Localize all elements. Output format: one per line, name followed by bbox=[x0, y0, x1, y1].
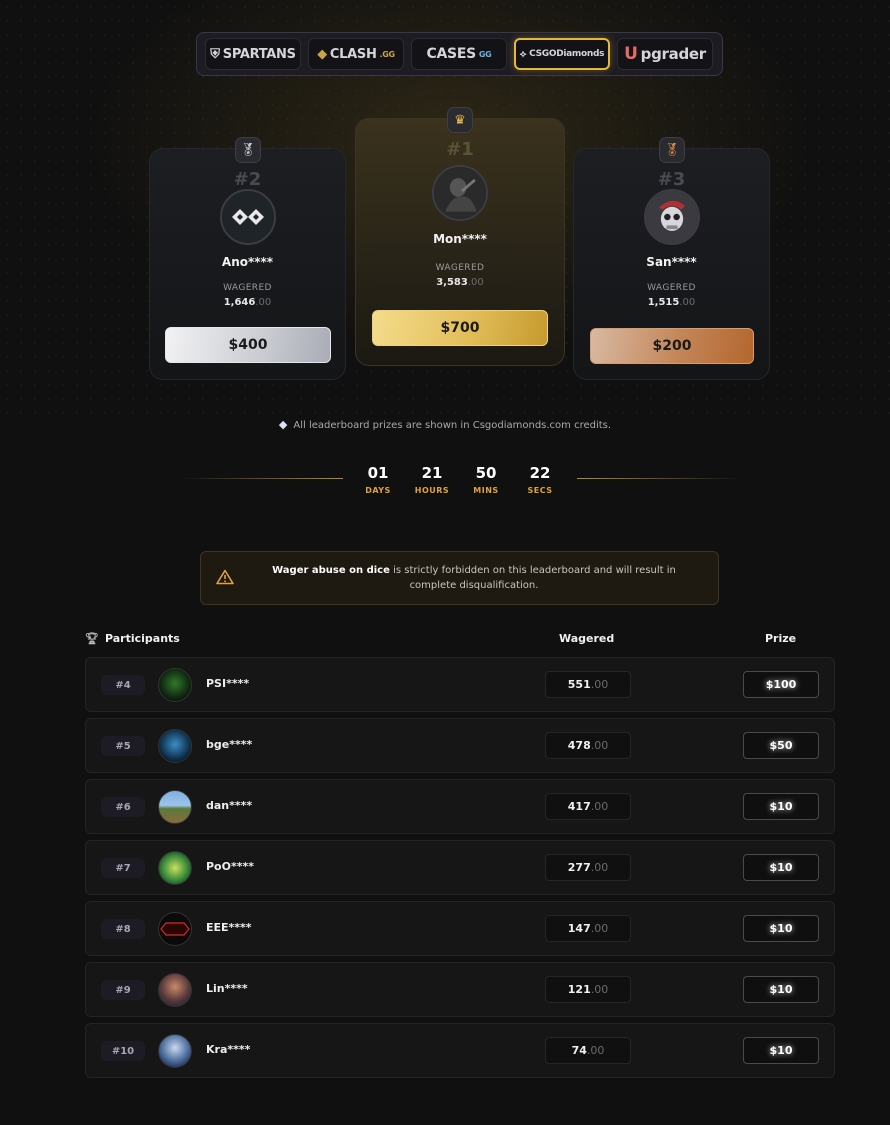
podium-card-first: ♛ #1 Mon**** WAGERED 3,583.00 $700 bbox=[355, 107, 565, 366]
row-prize: $10 bbox=[743, 976, 819, 1003]
row-wagered: 551.00 bbox=[545, 671, 631, 698]
row-rank: #9 bbox=[101, 980, 145, 1000]
prize-header: Prize bbox=[765, 632, 797, 645]
avatar bbox=[158, 851, 192, 885]
player-name: San**** bbox=[646, 255, 697, 269]
silver-medal-icon: 🏅︎ bbox=[235, 137, 261, 163]
prize-button[interactable]: $700 bbox=[372, 310, 548, 346]
avatar-figure-icon bbox=[434, 167, 486, 219]
row-wagered: 478.00 bbox=[545, 732, 631, 759]
table-row: #10 Kra**** 74.00 $10 bbox=[85, 1023, 835, 1078]
row-username: Lin**** bbox=[206, 982, 248, 995]
avatar-badge-icon bbox=[160, 922, 190, 936]
row-username: dan**** bbox=[206, 799, 253, 812]
wagered-label: WAGERED bbox=[435, 263, 485, 273]
podium-rank: #1 bbox=[446, 139, 474, 160]
countdown-mins: 50 MINS bbox=[473, 464, 499, 495]
podium-card-second: 🏅︎ #2 Ano**** WAGERED 1,646.00 $400 bbox=[149, 137, 346, 380]
avatar bbox=[158, 973, 192, 1007]
divider-left bbox=[180, 478, 343, 479]
table-row: #5 bge**** 478.00 $50 bbox=[85, 718, 835, 773]
player-name: Mon**** bbox=[433, 232, 487, 246]
crown-icon: ♛ bbox=[447, 107, 473, 133]
row-username: PoO**** bbox=[206, 860, 254, 873]
site-tab-spartans[interactable]: ⛨ SPARTANS bbox=[205, 38, 301, 70]
site-tab-cases[interactable]: CASES GG bbox=[411, 38, 507, 70]
table-row: #4 PSI**** 551.00 $100 bbox=[85, 657, 835, 712]
site-switcher: ⛨ SPARTANS ◆ CLASH .GG CASES GG ⟡ CSGODiam… bbox=[196, 32, 723, 76]
divider-right bbox=[577, 478, 742, 479]
avatar-skull-icon bbox=[646, 191, 698, 243]
row-rank: #6 bbox=[101, 797, 145, 817]
avatar bbox=[220, 189, 276, 245]
table-row: #9 Lin**** 121.00 $10 bbox=[85, 962, 835, 1017]
site-tab-upgrader[interactable]: Upgrader bbox=[617, 38, 713, 70]
row-wagered: 147.00 bbox=[545, 915, 631, 942]
diamond-logo-icon: ⟡ bbox=[519, 48, 527, 60]
row-rank: #4 bbox=[101, 675, 145, 695]
prize-button[interactable]: $200 bbox=[590, 328, 754, 364]
row-prize: $100 bbox=[743, 671, 819, 698]
row-rank: #5 bbox=[101, 736, 145, 756]
avatar bbox=[158, 912, 192, 946]
row-wagered: 121.00 bbox=[545, 976, 631, 1003]
podium-rank: #3 bbox=[657, 169, 686, 190]
player-name: Ano**** bbox=[221, 255, 274, 269]
countdown-days: 01 DAYS bbox=[365, 464, 391, 495]
warning-icon bbox=[216, 569, 234, 585]
participants-header: 🏆︎ Participants bbox=[85, 632, 180, 645]
site-tab-clash[interactable]: ◆ CLASH .GG bbox=[308, 38, 404, 70]
credits-note: ◆ All leaderboard prizes are shown in Csg… bbox=[278, 418, 612, 431]
table-row: #7 PoO**** 277.00 $10 bbox=[85, 840, 835, 895]
wagered-value: 1,515.00 bbox=[647, 297, 696, 308]
row-prize: $10 bbox=[743, 1037, 819, 1064]
avatar bbox=[158, 729, 192, 763]
clash-logo-icon: ◆ bbox=[317, 46, 327, 62]
warning-text: Wager abuse on dice is strictly forbidde… bbox=[272, 565, 676, 591]
avatar bbox=[158, 668, 192, 702]
wagered-label: WAGERED bbox=[647, 283, 696, 293]
bronze-medal-icon: 🏅︎ bbox=[659, 137, 685, 163]
row-username: bge**** bbox=[206, 738, 253, 751]
avatar bbox=[158, 1034, 192, 1068]
wagered-value: 1,646.00 bbox=[223, 297, 272, 308]
countdown-hours: 21 HOURS bbox=[414, 464, 450, 495]
row-username: Kra**** bbox=[206, 1043, 251, 1056]
countdown-secs: 22 SECS bbox=[527, 464, 553, 495]
row-prize: $50 bbox=[743, 732, 819, 759]
row-username: EEE**** bbox=[206, 921, 252, 934]
diamond-icon: ◆ bbox=[278, 418, 288, 431]
site-tab-csgodiamonds[interactable]: ⟡ CSGODiamonds bbox=[514, 38, 610, 70]
spartan-helmet-icon: ⛨ bbox=[210, 46, 220, 62]
wagered-value: 3,583.00 bbox=[436, 277, 484, 288]
row-prize: $10 bbox=[743, 915, 819, 942]
row-rank: #7 bbox=[101, 858, 145, 878]
podium-card-third: 🏅︎ #3 San**** WAGERED 1,515.00 $200 bbox=[573, 137, 770, 380]
wagered-header: Wagered bbox=[559, 632, 615, 645]
podium-rank: #2 bbox=[233, 169, 262, 190]
row-prize: $10 bbox=[743, 793, 819, 820]
warning-banner: Wager abuse on dice is strictly forbidde… bbox=[200, 551, 719, 605]
avatar bbox=[644, 189, 700, 245]
row-wagered: 74.00 bbox=[545, 1037, 631, 1064]
avatar-logo-icon bbox=[232, 209, 264, 225]
table-row: #6 dan**** 417.00 $10 bbox=[85, 779, 835, 834]
prize-button[interactable]: $400 bbox=[165, 327, 331, 363]
avatar bbox=[158, 790, 192, 824]
table-row: #8 EEE**** 147.00 $10 bbox=[85, 901, 835, 956]
row-wagered: 417.00 bbox=[545, 793, 631, 820]
wagered-label: WAGERED bbox=[223, 283, 272, 293]
row-wagered: 277.00 bbox=[545, 854, 631, 881]
row-rank: #10 bbox=[101, 1041, 145, 1061]
row-prize: $10 bbox=[743, 854, 819, 881]
trophy-icon: 🏆︎ bbox=[85, 632, 99, 645]
row-rank: #8 bbox=[101, 919, 145, 939]
avatar bbox=[432, 165, 488, 221]
row-username: PSI**** bbox=[206, 677, 250, 690]
